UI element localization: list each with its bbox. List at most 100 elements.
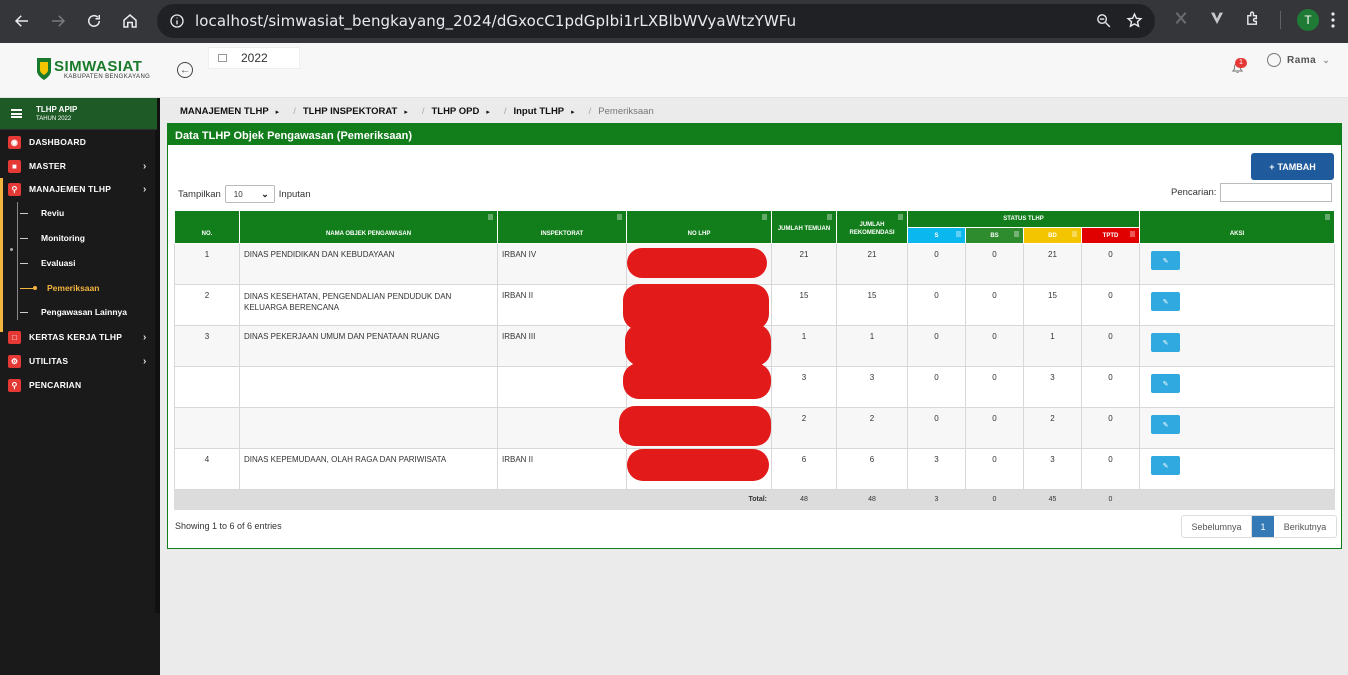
address-bar[interactable]: localhost/simwasiat_bengkayang_2024/dGxo… [157,4,1155,38]
sidebar-header[interactable]: TLHP APIP TAHUN 2022 [0,98,157,130]
pagination: Sebelumnya 1 Berikutnya [1181,515,1337,538]
forward-arrow-icon[interactable] [40,3,76,39]
sidebar-subitem-evaluasi[interactable]: Evaluasi [20,258,76,268]
info-icon[interactable] [169,13,185,29]
next-page-button[interactable]: Berikutnya [1274,516,1336,537]
page-length-control: Tampilkan 10 ⌄ Inputan [178,185,310,203]
menu-list-icon [11,109,22,118]
reload-icon[interactable] [76,3,112,39]
user-avatar-icon [1267,53,1281,67]
back-arrow-icon[interactable] [4,3,40,39]
add-button-label: TAMBAH [1277,161,1316,172]
edit-button[interactable]: ✎ [1151,374,1180,393]
col-status-bs[interactable]: BS [965,227,1024,244]
bookmark-star-icon[interactable] [1126,12,1143,29]
redaction-mark [627,449,769,481]
cell-no [174,366,240,408]
breadcrumb-item[interactable]: TLHP OPD [431,106,479,117]
col-inspektorat[interactable]: INSPEKTORAT [497,210,627,244]
sidebar-item-pencarian[interactable]: ⚲ PENCARIAN [0,374,157,396]
cell-bs: 0 [965,243,1024,285]
col-no-lhp[interactable]: NO LHP [626,210,772,244]
edit-button[interactable]: ✎ [1151,333,1180,352]
edit-button[interactable]: ✎ [1151,251,1180,270]
cell-temuan: 2 [771,407,837,449]
col-nama[interactable]: NAMA OBJEK PENGAWASAN [239,210,498,244]
extension-x-icon[interactable] [1173,10,1189,26]
app-logo[interactable]: SIMWASIAT KABUPATEN BENGKAYANG [36,57,150,81]
logo-subtitle: KABUPATEN BENGKAYANG [64,73,151,80]
sidebar-subitem-pemeriksaan[interactable]: Pemeriksaan [20,283,99,293]
browser-toolbar: localhost/simwasiat_bengkayang_2024/dGxo… [0,0,1348,43]
sidebar-subitem-reviu[interactable]: Reviu [20,208,64,218]
cell-tptd: 0 [1081,243,1140,285]
total-label: Total: [174,489,772,510]
col-status-tlhp: STATUS TLHP [907,210,1140,228]
total-bs: 0 [965,489,1024,510]
col-no[interactable]: NO. [174,210,240,244]
profile-avatar[interactable]: T [1297,9,1319,31]
cell-bd: 2 [1023,407,1082,449]
edit-button[interactable]: ✎ [1151,456,1180,475]
extension-v-icon[interactable] [1209,10,1225,26]
zoom-icon[interactable] [1095,12,1112,29]
cell-nama [239,407,498,449]
edit-button[interactable]: ✎ [1151,292,1180,311]
edit-button[interactable]: ✎ [1151,415,1180,434]
sidebar-item-dashboard[interactable]: ◉ DASHBOARD [0,131,157,153]
user-name: Rama [1287,54,1317,66]
cell-no: 4 [174,448,240,490]
sidebar-item-manajemen-tlhp[interactable]: ⚲ MANAJEMEN TLHP › [3,178,157,200]
cell-tptd: 0 [1081,325,1140,367]
cell-tptd: 0 [1081,407,1140,449]
cell-insp: IRBAN II [497,448,627,490]
prev-page-button[interactable]: Sebelumnya [1182,516,1252,537]
cell-rekom: 21 [836,243,908,285]
breadcrumb-item[interactable]: MANAJEMEN TLHP [180,106,269,117]
extensions-puzzle-icon[interactable] [1245,10,1262,27]
cell-nama [239,366,498,408]
cell-s: 0 [907,366,966,408]
breadcrumb-item[interactable]: TLHP INSPEKTORAT [303,106,397,117]
search-label: Pencarian: [1171,187,1217,198]
user-menu[interactable]: Rama ⌄ [1267,53,1330,67]
cell-insp: IRBAN II [497,284,627,326]
folder-icon: ■ [8,159,21,173]
col-status-tptd[interactable]: TPTD [1081,227,1140,244]
year-selector[interactable]: 2022 [208,47,300,69]
sidebar-subtitle: TAHUN 2022 [36,116,72,122]
redaction-mark [623,363,771,399]
home-icon[interactable] [112,3,148,39]
col-status-s[interactable]: S [907,227,966,244]
sidebar-back-icon[interactable]: ← [177,62,193,78]
search-input[interactable] [1220,183,1333,202]
sidebar-item-utilitas[interactable]: ⚙ UTILITAS › [0,350,157,372]
col-jumlah-rekomendasi[interactable]: JUMLAH REKOMENDASI [836,210,908,244]
sidebar-item-master[interactable]: ■ MASTER › [0,155,157,177]
year-value: 2022 [241,51,268,65]
sidebar-item-kertas-kerja[interactable]: □ KERTAS KERJA TLHP › [0,326,157,348]
app-header [0,43,1348,98]
sidebar-subitem-pengawasan-lainnya[interactable]: Pengawasan Lainnya [20,307,127,317]
shield-logo-icon [37,58,51,80]
total-rekom: 48 [836,489,908,510]
cell-tptd: 0 [1081,448,1140,490]
col-status-bd[interactable]: BD [1023,227,1082,244]
col-jumlah-temuan[interactable]: JUMLAH TEMUAN [771,210,837,244]
page-1-button[interactable]: 1 [1252,516,1274,537]
data-panel: Data TLHP Objek Pengawasan (Pemeriksaan)… [167,123,1342,549]
sidebar-subitem-monitoring[interactable]: Monitoring [20,233,85,243]
toolbar-divider [1280,11,1281,29]
dashboard-icon: ◉ [8,135,21,149]
total-tptd: 0 [1081,489,1140,510]
cell-no: 3 [174,325,240,367]
add-button[interactable]: + TAMBAH [1251,153,1334,180]
chevron-down-icon: ⌄ [1322,54,1331,65]
breadcrumb-item[interactable]: Input TLHP [513,106,564,117]
cell-rekom: 3 [836,366,908,408]
cell-bd: 3 [1023,448,1082,490]
col-aksi[interactable]: AKSI [1139,210,1335,244]
page-length-select[interactable]: 10 ⌄ [224,185,275,203]
menu-dots-icon[interactable] [1331,12,1335,28]
plus-icon: + [1269,161,1275,172]
